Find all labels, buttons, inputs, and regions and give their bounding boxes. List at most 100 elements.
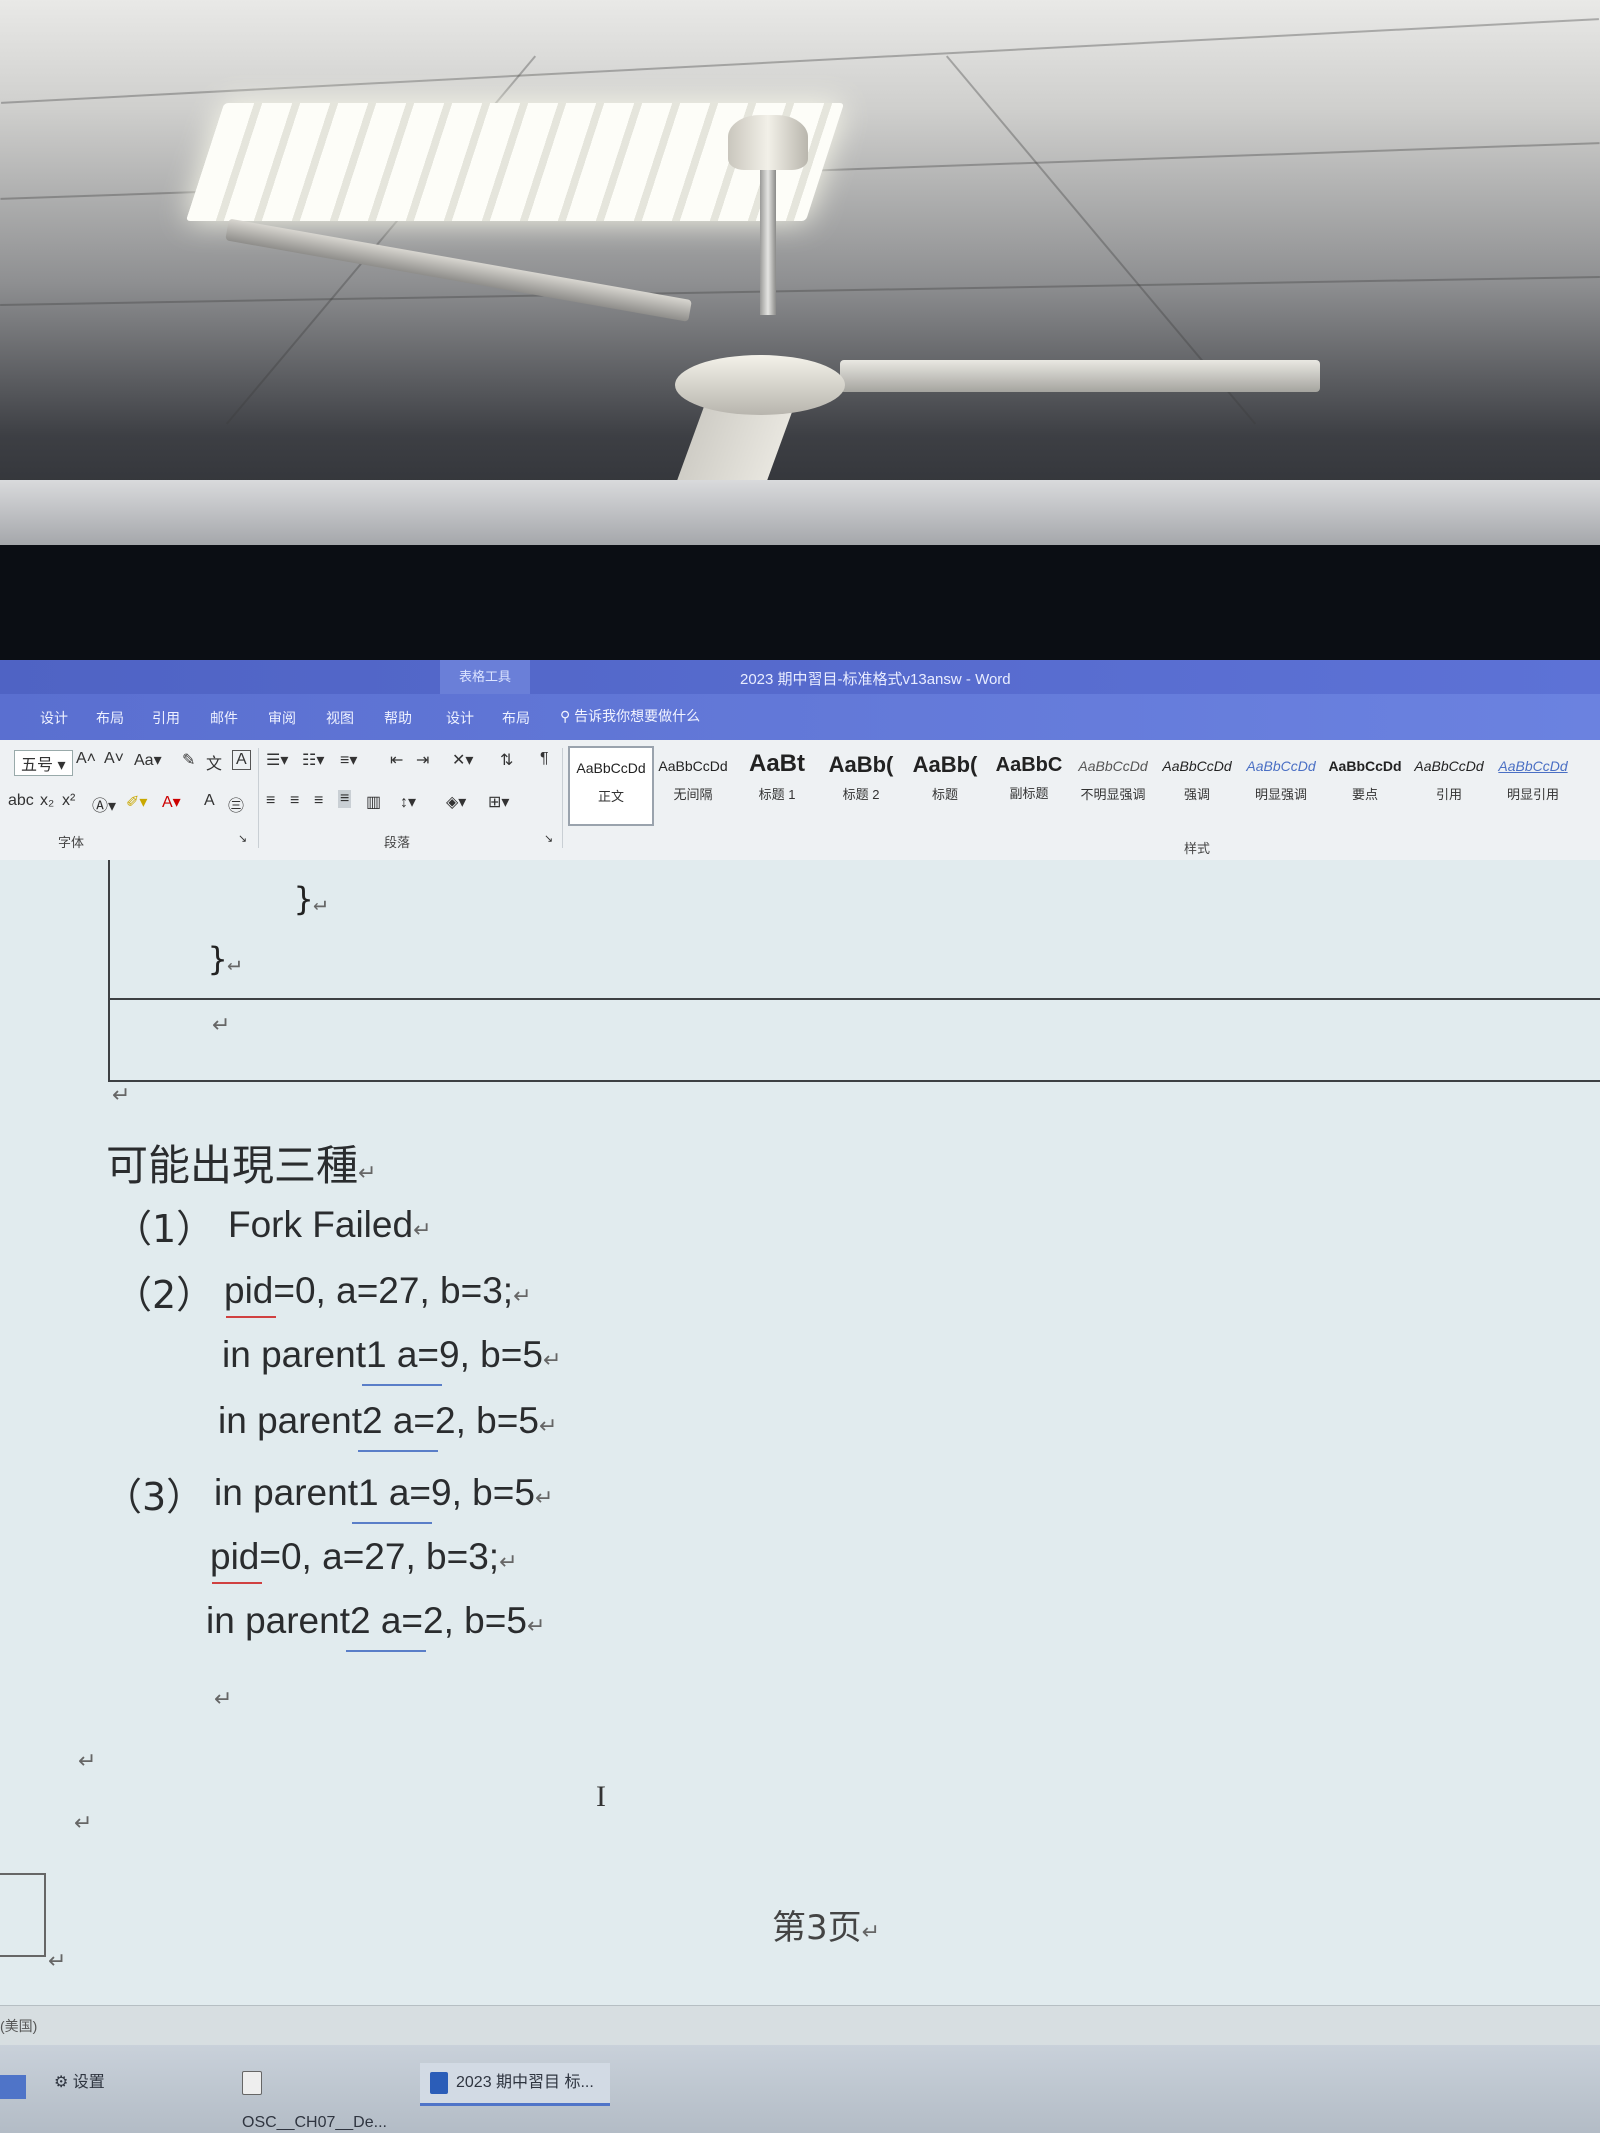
style-sample: AaBbCcDd — [1246, 758, 1316, 774]
increase-indent-icon[interactable]: ⇥ — [416, 750, 429, 770]
page-number-text: 第3页 — [772, 1908, 862, 1948]
taskbar-label: 2023 期中習目 标... — [456, 2074, 594, 2091]
fan-hub — [675, 355, 845, 415]
style-name: 明显引用 — [1506, 787, 1559, 802]
paragraph-mark: ↵ — [48, 1948, 67, 1973]
paragraph-mark: ↵ — [413, 1217, 432, 1242]
strikethrough-icon[interactable]: abc — [8, 792, 34, 810]
grow-font-icon[interactable]: A˄ — [76, 750, 96, 768]
tell-me-text: 告诉我你想要做什么 — [574, 708, 701, 724]
answer-text: in parent1 a=9, b=5 — [214, 1472, 535, 1513]
font-size-select[interactable]: 五号 ▾ — [14, 750, 73, 776]
tell-me-search[interactable]: ⚲ 告诉我你想要做什么 — [560, 706, 700, 726]
answer-text: pid=0, a=27, b=3; — [224, 1270, 514, 1311]
taskbar-item-settings[interactable]: ⚙ 设置 — [44, 2063, 224, 2103]
align-right-icon[interactable]: ≡ — [314, 792, 323, 810]
style-no-spacing[interactable]: AaBbCcDd 无间隔 — [652, 746, 734, 822]
paragraph-mark: ↵ — [74, 1810, 93, 1835]
word-window: 表格工具 2023 期中習目-标准格式v13answ - Word 设计 布局 … — [0, 660, 1600, 2133]
tab-mailings[interactable]: 邮件 — [210, 708, 238, 728]
style-heading-2[interactable]: AaBb(标题 2 — [820, 746, 902, 822]
answer-line: in parent2 a=2, b=5↵ — [206, 1600, 545, 1642]
numbering-icon[interactable]: ☷▾ — [302, 750, 324, 770]
status-language[interactable]: (美国) — [0, 2016, 37, 2036]
tab-layout[interactable]: 布局 — [96, 708, 124, 728]
paragraph-mark: ↵ — [78, 1748, 97, 1773]
enclose-char-icon[interactable]: ㊂ — [228, 792, 244, 816]
style-sample: AaBb( — [912, 752, 978, 777]
taskbar-item-word[interactable]: 2023 期中習目 标... — [420, 2063, 610, 2106]
multilevel-list-icon[interactable]: ≡▾ — [340, 750, 357, 770]
paragraph-dialog-launcher-icon[interactable]: ↘ — [544, 832, 553, 845]
style-emphasis[interactable]: AaBbCcDd 强调 — [1156, 746, 1238, 822]
char-shading-icon[interactable]: A — [204, 792, 215, 810]
taskbar-item-pdf[interactable]: OSC__CH07__De... — [232, 2063, 412, 2131]
bullets-icon[interactable]: ☰▾ — [266, 750, 288, 770]
paragraph-mark: ↵ — [534, 1485, 554, 1510]
font-color-icon[interactable]: A▾ — [162, 792, 181, 812]
align-center-icon[interactable]: ≡ — [290, 792, 299, 810]
style-name: 不明显强调 — [1080, 787, 1146, 802]
heading-text: 可能出現三種 — [106, 1141, 359, 1190]
phonetic-icon[interactable]: 文 — [206, 750, 222, 774]
gear-icon: ⚙ — [54, 2074, 73, 2091]
tab-design[interactable]: 设计 — [40, 708, 68, 728]
group-separator — [258, 748, 259, 848]
style-title[interactable]: AaBb(标题 — [904, 746, 986, 822]
line-spacing-icon[interactable]: ↕▾ — [400, 792, 416, 812]
chinese-layout-icon[interactable]: ✕▾ — [452, 750, 473, 770]
clear-format-icon[interactable]: ✎ — [182, 750, 195, 770]
tab-view[interactable]: 视图 — [326, 708, 354, 728]
distributed-icon[interactable]: ▥ — [366, 792, 381, 812]
align-left-icon[interactable]: ≡ — [266, 792, 275, 810]
text-cursor-icon: I — [596, 1780, 606, 1813]
style-name: 正文 — [597, 789, 624, 804]
highlight-icon[interactable]: ✐▾ — [126, 792, 147, 812]
tab-review[interactable]: 审阅 — [268, 708, 296, 728]
style-sample: AaBbCcDd — [1498, 758, 1568, 774]
char-border-icon[interactable]: A — [232, 750, 251, 770]
style-name: 要点 — [1351, 787, 1378, 802]
style-subtitle[interactable]: AaBbC 副标题 — [988, 746, 1070, 822]
superscript-icon[interactable]: x² — [62, 792, 75, 810]
style-subtle-emphasis[interactable]: AaBbCcDd 不明显强调 — [1072, 746, 1154, 822]
page-number: 第3页↵ — [772, 1900, 880, 1949]
style-sample: AaBbCcDd — [1162, 758, 1232, 774]
text-effect-icon[interactable]: Ⓐ▾ — [92, 792, 116, 816]
tab-table-design[interactable]: 设计 — [446, 708, 474, 728]
style-sample: AaBbC — [995, 754, 1063, 776]
font-dialog-launcher-icon[interactable]: ↘ — [238, 832, 247, 845]
answer-line: in parent2 a=2, b=5↵ — [218, 1400, 557, 1442]
code-text: } — [294, 880, 314, 918]
tab-table-layout[interactable]: 布局 — [502, 708, 530, 728]
change-case-icon[interactable]: Aa▾ — [134, 750, 162, 770]
style-intense-emphasis[interactable]: AaBbCcDd 明显强调 — [1240, 746, 1322, 822]
style-name: 引用 — [1435, 787, 1462, 802]
decrease-indent-icon[interactable]: ⇤ — [390, 750, 403, 770]
style-intense-quote[interactable]: AaBbCcDd 明显引用 — [1492, 746, 1574, 822]
style-sample: AaBbCcDd — [1328, 758, 1402, 774]
item-number: （1） — [114, 1207, 215, 1251]
start-button-icon[interactable] — [0, 2075, 26, 2099]
shading-icon[interactable]: ◈▾ — [446, 792, 466, 812]
style-heading-1[interactable]: AaBt 标题 1 — [736, 746, 818, 822]
sort-icon[interactable]: ⇅ — [500, 750, 513, 770]
borders-icon[interactable]: ⊞▾ — [488, 792, 509, 812]
style-normal[interactable]: AaBbCcDd 正文 — [568, 746, 654, 826]
subscript-icon[interactable]: x₂ — [40, 792, 54, 810]
grammar-underline — [362, 1384, 442, 1386]
style-sample: AaBbCcDd — [576, 760, 646, 776]
style-name: 标题 2 — [842, 787, 880, 802]
paragraph-mark: ↵ — [358, 1161, 377, 1186]
paragraph-mark: ↵ — [542, 1347, 562, 1372]
show-marks-icon[interactable]: ¶ — [540, 750, 549, 768]
style-quote[interactable]: AaBbCcDd 引用 — [1408, 746, 1490, 822]
spelling-underline — [212, 1582, 262, 1584]
tab-references[interactable]: 引用 — [152, 708, 180, 728]
style-strong[interactable]: AaBbCcDd 要点 — [1324, 746, 1406, 822]
justify-icon[interactable]: ≡ — [338, 790, 352, 808]
shrink-font-icon[interactable]: A˅ — [104, 750, 124, 768]
tab-help[interactable]: 帮助 — [384, 708, 412, 728]
wall-strip — [0, 480, 1600, 545]
grammar-underline — [358, 1450, 438, 1452]
